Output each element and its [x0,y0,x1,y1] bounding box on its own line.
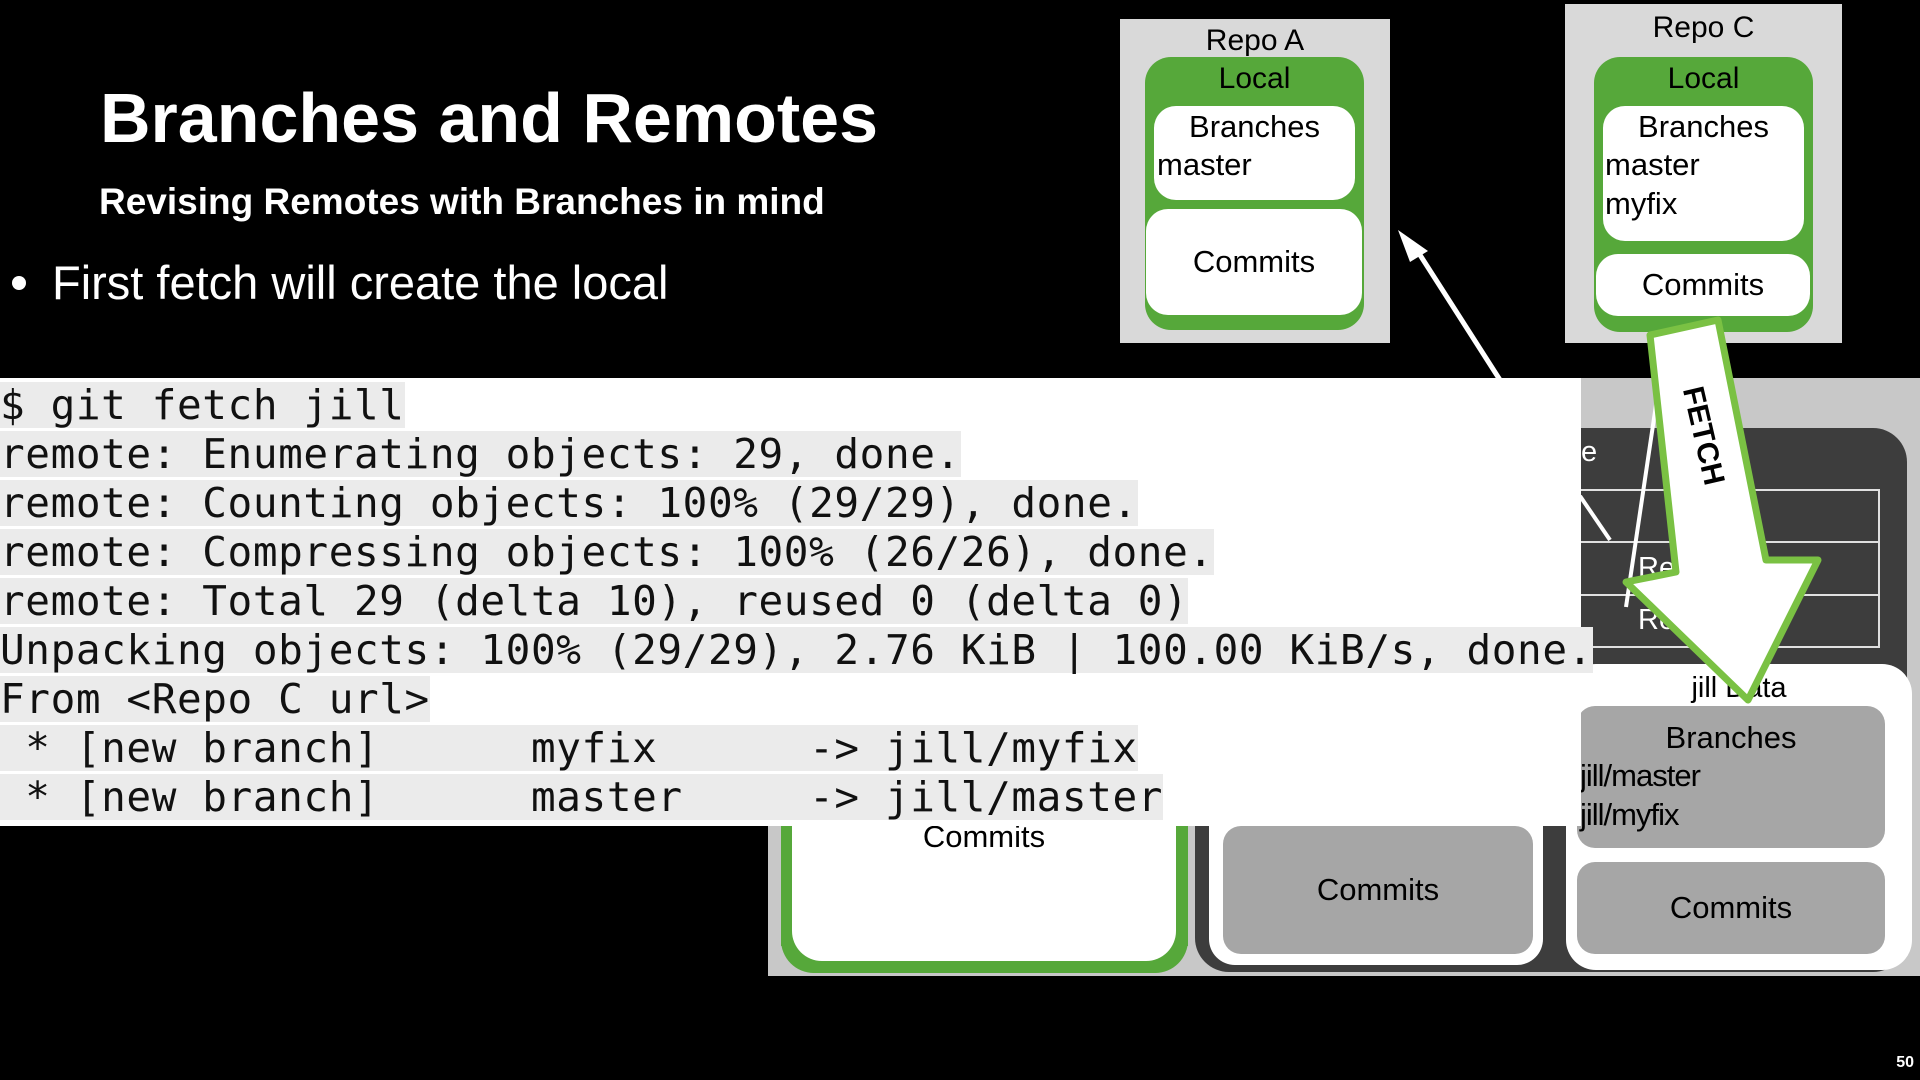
connector-line [1578,494,1612,542]
fetch-arrow-icon [1622,316,1822,704]
local-commits-label-visible: Commits [922,826,1046,848]
terminal-line: From <Repo C url> [0,675,430,723]
terminal-line: remote: Total 29 (delta 10), reused 0 (d… [0,577,1189,625]
local-green-edge [781,826,792,946]
terminal-line: * [new branch] myfix -> jill/myfix [0,724,1138,772]
push-arrow-icon [1398,230,1503,382]
local-green-edge [1176,826,1188,946]
slide-background [0,826,768,1080]
terminal-line: * [new branch] master -> jill/master [0,773,1164,821]
terminal-line: Unpacking objects: 100% (29/29), 2.76 Ki… [0,626,1593,674]
terminal-line: remote: Counting objects: 100% (29/29), … [0,479,1138,527]
terminal-output: $ git fetch jill remote: Enumerating obj… [0,378,1593,826]
page-number: 50 [1896,1054,1914,1071]
terminal-line: remote: Compressing objects: 100% (26/26… [0,528,1214,576]
connector-line [1624,377,1662,608]
terminal-line: remote: Enumerating objects: 29, done. [0,430,961,478]
terminal-line: $ git fetch jill [0,381,405,429]
